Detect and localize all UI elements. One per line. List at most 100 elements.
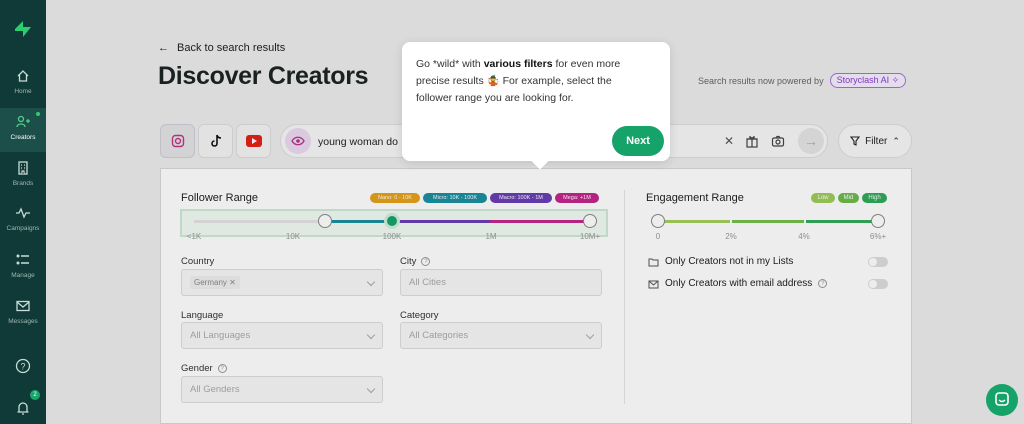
nav-messages[interactable]: Messages: [0, 298, 46, 338]
nav-label: Messages: [8, 318, 38, 325]
chat-icon: [995, 392, 1009, 406]
platform-tiktok[interactable]: [198, 124, 233, 158]
home-icon: [17, 70, 29, 82]
info-icon[interactable]: ?: [421, 257, 431, 266]
tick-label: 10M+: [579, 232, 601, 241]
camera-icon[interactable]: [771, 134, 785, 148]
gender-select[interactable]: All Genders: [181, 376, 383, 403]
filter-button[interactable]: Filter ⌃: [838, 124, 912, 158]
badge-micro: Micro: 10K - 100K: [423, 193, 487, 203]
tick-label: 0: [655, 232, 661, 241]
chevron-up-icon: ⌃: [892, 135, 900, 146]
clear-icon[interactable]: ✕: [722, 134, 736, 148]
toggle-email[interactable]: [868, 279, 888, 289]
toggle-not-in-lists[interactable]: [868, 257, 888, 267]
tooltip-line1a: Go *wild* with: [416, 58, 484, 70]
tooltip-line2: precise results 🤹 For example, select th…: [416, 75, 612, 87]
chat-button[interactable]: [986, 384, 1018, 416]
tick-label: 1M: [485, 232, 497, 241]
gender-label-text: Gender: [181, 363, 213, 374]
page-title: Discover Creators: [158, 62, 369, 90]
active-dot: [36, 112, 40, 116]
eng-track-high: [806, 220, 878, 223]
onboarding-tooltip: Go *wild* with various filters for even …: [402, 42, 670, 161]
engagement-range-title: Engagement Range: [646, 192, 744, 204]
nav-home[interactable]: Home: [0, 68, 46, 108]
platform-youtube[interactable]: [236, 124, 271, 158]
toggle-row-lists: Only Creators not in my Lists: [648, 256, 793, 267]
language-select[interactable]: All Languages: [181, 322, 383, 349]
tooltip-line3: follower range you are looking for.: [416, 92, 574, 104]
slider-track-inactive: [194, 220, 324, 223]
toggle-lists-label: Only Creators not in my Lists: [665, 256, 794, 267]
tick-label: 6%+: [869, 232, 887, 241]
country-chip-label: Germany: [194, 278, 227, 287]
eng-handle-max[interactable]: [871, 214, 885, 228]
badge-mega: Mega: +1M: [555, 193, 599, 203]
mail-icon: [648, 280, 659, 288]
country-chip[interactable]: Germany ✕: [190, 276, 240, 289]
platform-instagram[interactable]: [160, 124, 195, 158]
info-icon[interactable]: ?: [818, 279, 828, 288]
follower-range-title: Follower Range: [181, 192, 259, 204]
badge-mid: Mid: [838, 193, 859, 203]
eng-handle-min[interactable]: [651, 214, 665, 228]
country-select[interactable]: Germany ✕: [181, 269, 383, 296]
badge-low: Low: [811, 193, 835, 203]
tooltip-text: Go *wild* with various filters for even …: [416, 56, 656, 107]
gift-icon[interactable]: [745, 134, 759, 148]
bell-icon[interactable]: [15, 400, 31, 416]
tiktok-icon: [210, 134, 221, 147]
tick-label: 10K: [285, 232, 301, 241]
gender-label: Gender?: [181, 363, 227, 374]
next-button[interactable]: Next: [612, 126, 664, 156]
panel-divider: [624, 190, 625, 404]
category-label-text: Category: [400, 310, 439, 321]
badge-high: High: [862, 193, 887, 203]
slider-track-mega: [490, 220, 590, 223]
powered-text: Search results now powered by: [698, 75, 824, 86]
back-label: Back to search results: [177, 42, 286, 54]
slider-track-micro: [324, 220, 392, 223]
eng-track-mid: [732, 220, 804, 223]
notification-badge: 2: [30, 390, 40, 400]
tick-label: 100K: [382, 232, 402, 241]
remove-icon[interactable]: ✕: [229, 278, 236, 287]
city-input[interactable]: All Cities: [400, 269, 602, 296]
folder-icon: [648, 258, 659, 266]
language-placeholder: All Languages: [190, 330, 251, 341]
nav-creators[interactable]: Creators: [0, 108, 46, 152]
building-icon: [18, 161, 28, 175]
back-link[interactable]: ← Back to search results: [158, 42, 285, 54]
nav-label: Home: [14, 88, 32, 95]
search-input[interactable]: young woman do: [318, 136, 398, 148]
slider-handle-active[interactable]: [384, 213, 400, 229]
ai-badge[interactable]: Storyclash AI ✧: [829, 73, 907, 88]
chevron-down-icon: [366, 330, 376, 340]
badge-macro: Macro: 100K - 1M: [490, 193, 552, 203]
mail-icon: [16, 300, 30, 312]
category-placeholder: All Categories: [409, 330, 469, 341]
info-icon[interactable]: ?: [217, 364, 227, 373]
category-label: Category: [400, 310, 439, 321]
list-icon: [16, 254, 29, 265]
gender-placeholder: All Genders: [190, 384, 240, 395]
youtube-icon: [245, 135, 262, 147]
slider-handle-max[interactable]: [583, 214, 597, 228]
slider-handle-min[interactable]: [318, 214, 332, 228]
pulse-icon: [16, 207, 30, 219]
arrow-left-icon: ←: [158, 42, 169, 54]
help-icon[interactable]: ?: [15, 358, 31, 374]
toggle-row-email: Only Creators with email address ?: [648, 278, 828, 289]
search-submit-button[interactable]: →: [798, 128, 824, 154]
nav-brands[interactable]: Brands: [0, 160, 46, 200]
chevron-down-icon: [366, 384, 376, 394]
city-label: City?: [400, 256, 431, 267]
logo-icon[interactable]: [12, 18, 34, 40]
nav-manage[interactable]: Manage: [0, 252, 46, 292]
sidebar: Home Creators Brands Campaigns Manage Me…: [0, 0, 46, 424]
eye-icon[interactable]: [285, 128, 311, 154]
category-select[interactable]: All Categories: [400, 322, 602, 349]
nav-campaigns[interactable]: Campaigns: [0, 205, 46, 245]
country-label-text: Country: [181, 256, 215, 267]
